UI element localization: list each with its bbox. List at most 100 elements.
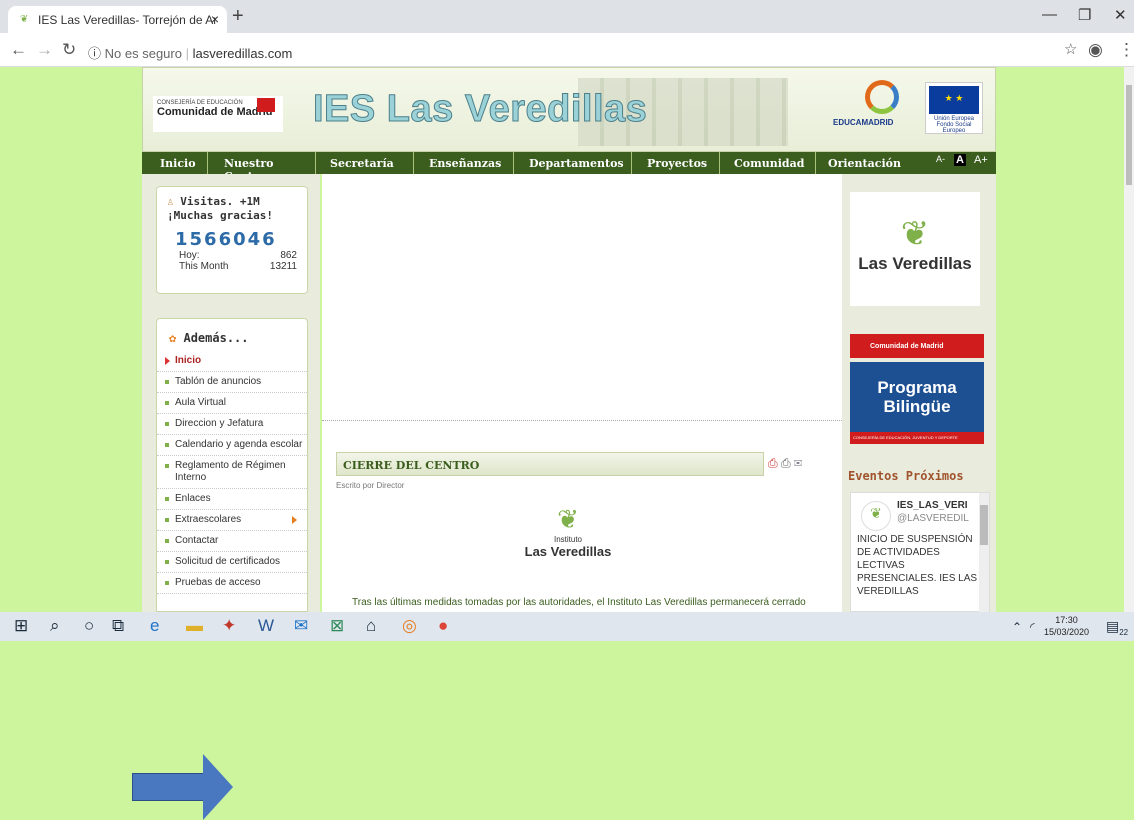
address-input[interactable]: ⓘ No es seguro | lasveredillas.com (88, 39, 1048, 63)
programa-bilingue-banner[interactable]: Programa Bilingüe (850, 362, 984, 432)
cm-banner[interactable]: Comunidad de Madrid (850, 334, 984, 358)
menu-dots-icon[interactable]: ⋮ (1118, 40, 1134, 60)
educamadrid-label[interactable]: EDUCAMADRID (833, 118, 893, 127)
windows-start-icon[interactable]: ⊞ (14, 616, 28, 636)
print-icon[interactable]: ⎙ (781, 456, 791, 470)
new-tab-button[interactable]: + (232, 5, 244, 28)
ademas-menu: ✿ Además... Inicio Tablón de anuncios Au… (156, 318, 308, 612)
menu-ensenanzas[interactable]: Enseñanzas (414, 152, 514, 174)
site-title[interactable]: IES Las Veredillas (312, 88, 647, 131)
pdf-icon[interactable]: ⎙ (768, 456, 778, 470)
right-column: ❦ Las Veredillas Comunidad de Madrid Pro… (842, 174, 996, 613)
today-value: 862 (280, 250, 297, 261)
ademas-item-direccion[interactable]: Direccion y Jefatura (157, 414, 307, 435)
ademas-item-extraescolares[interactable]: Extraescolares (157, 510, 307, 531)
clock-time: 17:30 (1055, 615, 1078, 625)
close-tab-icon[interactable]: × (211, 11, 219, 27)
menu-comunidad[interactable]: Comunidad (720, 152, 816, 174)
ademas-item-certificados[interactable]: Solicitud de certificados (157, 552, 307, 573)
arrow-head (203, 754, 233, 820)
excel-icon[interactable]: ⊠ (330, 616, 344, 636)
comunidad-madrid-logo[interactable]: CONSEJERÍA DE EDUCACIÓN Comunidad de Mad… (153, 96, 283, 132)
search-icon[interactable]: ⌕ (50, 616, 60, 636)
info-icon[interactable]: ⓘ (88, 46, 101, 61)
ademas-item-inicio[interactable]: Inicio (157, 351, 307, 372)
windows-taskbar: ⊞ ⌕ ○ ⧉ e ▬ ✦ W ✉ ⊠ ⌂ ◎ ● ⌃ ◜ 17:30 15/0… (0, 612, 1134, 641)
month-value: 13211 (269, 261, 297, 272)
network-icon[interactable]: ◜ (1030, 620, 1035, 634)
mail-icon[interactable]: ✉ (294, 616, 308, 636)
file-explorer-icon[interactable]: ▬ (186, 616, 203, 636)
chrome-icon[interactable]: ● (438, 616, 448, 636)
tweet-handle[interactable]: @LASVEREDIL (897, 512, 983, 525)
gift-icon[interactable]: ✦ (222, 616, 236, 636)
bookmark-star-icon[interactable]: ☆ (1064, 40, 1077, 58)
arrow-shaft (132, 773, 204, 801)
site-banner: CONSEJERÍA DE EDUCACIÓN Comunidad de Mad… (142, 67, 996, 152)
eu-logo[interactable]: ★ ★ Unión Europea Fondo Social Europeo (925, 82, 983, 134)
profile-icon[interactable]: ◉ (1088, 40, 1103, 60)
eventos-heading: Eventos Próximos (848, 469, 964, 483)
tweet-text: INICIO DE SUSPENSIÓN DE ACTIVIDADES LECT… (857, 534, 978, 597)
browser-tab[interactable]: ❦ IES Las Veredillas- Torrejón de Ar × (8, 6, 227, 33)
article-author: Escrito por Director (336, 481, 405, 490)
visitor-icon: ♙ (167, 195, 174, 208)
tray-chevron-icon[interactable]: ⌃ (1012, 620, 1022, 634)
las-veredillas-card[interactable]: ❦ Las Veredillas (850, 192, 980, 306)
forward-icon[interactable]: → (36, 40, 53, 60)
twitter-widget: ❦ IES_LAS_VERI @LASVEREDIL INICIO DE SUS… (850, 492, 990, 613)
font-decrease-button[interactable]: A- (936, 154, 945, 164)
store-icon[interactable]: ⌂ (366, 616, 376, 636)
back-icon[interactable]: ← (10, 40, 27, 60)
insecure-label: No es seguro (104, 46, 182, 61)
font-increase-button[interactable]: A+ (974, 154, 988, 166)
clock[interactable]: 17:30 15/03/2020 (1044, 614, 1089, 638)
ademas-item-contactar[interactable]: Contactar (157, 531, 307, 552)
ademas-heading-text: Además... (183, 331, 249, 345)
extraescolares-label: Extraescolares (175, 514, 242, 525)
app-icon[interactable]: ◎ (402, 616, 417, 636)
menu-secretaria[interactable]: Secretaría (316, 152, 414, 174)
twitter-avatar-icon[interactable]: ❦ (861, 501, 891, 531)
educamadrid-icon[interactable] (865, 80, 899, 114)
menu-nuestro-centro[interactable]: Nuestro Centro (208, 152, 316, 183)
tab-title: IES Las Veredillas- Torrejón de Ar (38, 13, 218, 27)
logo-big-text: Las Veredillas (524, 544, 612, 559)
month-label: This Month (179, 261, 229, 272)
menu-orientacion[interactable]: Orientación (816, 152, 906, 174)
ademas-item-reglamento[interactable]: Reglamento de Régimen Interno (157, 456, 307, 489)
ademas-item-tablon[interactable]: Tablón de anuncios (157, 372, 307, 393)
article-text: Tras las últimas medidas tomadas por las… (352, 597, 806, 608)
reload-icon[interactable]: ↻ (62, 40, 76, 60)
visits-heading-text: Visitas. +1M ¡Muchas gracias! (167, 195, 273, 222)
menu-departamentos[interactable]: Departamentos (514, 152, 632, 174)
close-window-icon[interactable]: ✕ (1114, 6, 1127, 24)
font-reset-button[interactable]: A (954, 154, 966, 166)
menu-proyectos[interactable]: Proyectos (632, 152, 720, 174)
page-scrollbar[interactable] (1124, 67, 1134, 612)
cortana-icon[interactable]: ○ (84, 616, 94, 636)
eu-sub-label: Fondo Social Europeo (936, 122, 972, 134)
task-view-icon[interactable]: ⧉ (112, 616, 124, 636)
ademas-item-pruebas[interactable]: Pruebas de acceso (157, 573, 307, 594)
main-content: CIERRE DEL CENTRO ⎙ ⎙ ✉ Escrito por Dire… (322, 174, 842, 612)
ademas-item-calendario[interactable]: Calendario y agenda escolar (157, 435, 307, 456)
restore-icon[interactable]: ❐ (1078, 6, 1091, 24)
ademas-item-enlaces[interactable]: Enlaces (157, 489, 307, 510)
tweet-name[interactable]: IES_LAS_VERI (897, 499, 983, 512)
today-label: Hoy: (179, 250, 200, 261)
main-menu: Inicio Nuestro Centro Secretaría Enseñan… (142, 152, 996, 183)
flower-icon: ✿ (169, 331, 177, 345)
edge-icon[interactable]: e (150, 616, 159, 636)
minimize-icon[interactable]: — (1042, 6, 1057, 23)
ademas-item-aula-virtual[interactable]: Aula Virtual (157, 393, 307, 414)
word-icon[interactable]: W (258, 616, 274, 636)
notifications-icon[interactable]: ▤22 (1106, 618, 1128, 637)
instituto-logo: ❦ Instituto Las Veredillas (518, 504, 618, 559)
tweet-scrollbar[interactable] (979, 493, 989, 613)
notif-count: 22 (1119, 627, 1129, 637)
logo-small-text: Instituto (553, 535, 582, 544)
email-icon[interactable]: ✉ (794, 456, 802, 470)
article-title[interactable]: CIERRE DEL CENTRO (336, 452, 764, 476)
menu-inicio[interactable]: Inicio (142, 152, 208, 174)
